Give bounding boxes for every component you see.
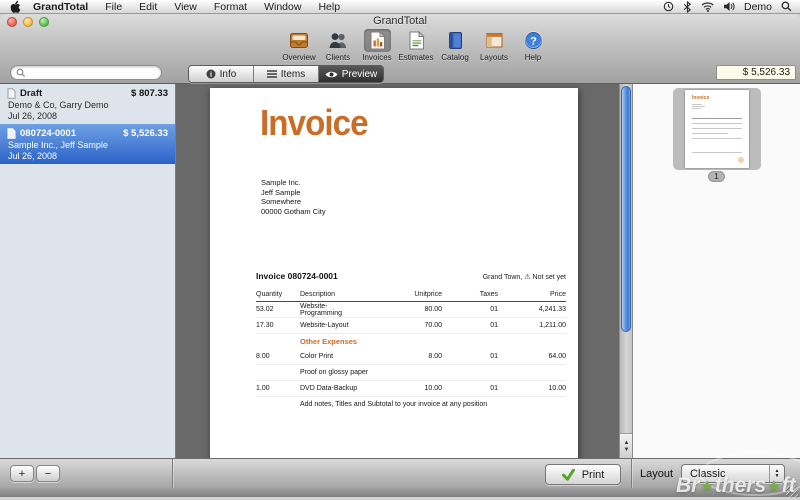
invoice-list-sidebar: Draft $ 807.33 Demo & Co, Garry Demo Jul… bbox=[0, 84, 176, 458]
menu-item-window[interactable]: Window bbox=[264, 1, 301, 13]
preview-area: Invoice Sample Inc. Jeff Sample Somewher… bbox=[176, 84, 632, 458]
desktop: GrandTotal File Edit View Format Window … bbox=[0, 0, 800, 500]
scroll-up-arrow[interactable]: ▲ bbox=[624, 440, 630, 446]
toolbar-overview-button[interactable]: Overview bbox=[282, 29, 316, 62]
menu-item-view[interactable]: View bbox=[174, 1, 197, 13]
invoice-meta: Grand Town, ⚠ Not set yet bbox=[483, 274, 566, 281]
estimate-document-icon bbox=[403, 29, 430, 52]
menu-item-grandtotal[interactable]: GrandTotal bbox=[33, 1, 88, 13]
document-icon bbox=[7, 128, 16, 139]
menu-item-edit[interactable]: Edit bbox=[139, 1, 157, 13]
toolbar-clients-button[interactable]: Clients bbox=[321, 29, 355, 62]
view-segmented-control: i Info Items Preview bbox=[188, 65, 384, 83]
page-thumbnail[interactable]: Invoice bbox=[685, 90, 749, 168]
remove-invoice-button[interactable]: − bbox=[36, 465, 60, 482]
invoice-client: Sample Inc., Jeff Sample bbox=[7, 140, 168, 150]
window-title: GrandTotal bbox=[0, 15, 800, 27]
vertical-scrollbar[interactable]: ▲ ▼ bbox=[619, 84, 632, 458]
page-thumbnails-panel: Invoice 1 bbox=[632, 84, 800, 458]
help-question-icon: ? bbox=[519, 29, 548, 52]
bluetooth-icon[interactable] bbox=[683, 1, 692, 13]
spotlight-search-icon[interactable] bbox=[781, 1, 792, 12]
invoice-total-badge: $ 5,526.33 bbox=[716, 65, 796, 80]
menu-item-file[interactable]: File bbox=[105, 1, 122, 13]
inbox-tray-icon bbox=[283, 29, 315, 52]
invoice-title: Invoice bbox=[260, 102, 368, 144]
toolbar-layouts-button[interactable]: Layouts bbox=[477, 29, 511, 62]
invoice-recipient-address: Sample Inc. Jeff Sample Somewhere 00000 … bbox=[261, 178, 326, 216]
invoice-document-icon bbox=[364, 29, 391, 52]
invoice-number: Invoice 080724-0001 bbox=[256, 271, 338, 281]
people-icon bbox=[322, 29, 355, 52]
layout-label: Layout bbox=[640, 468, 673, 480]
print-button[interactable]: Print bbox=[545, 464, 621, 485]
table-row: 1.00 DVD Data-Backup 10.00 01 10.00 bbox=[256, 381, 566, 397]
tab-items[interactable]: Items bbox=[254, 66, 319, 82]
volume-icon[interactable] bbox=[723, 1, 735, 12]
window-chrome: GrandTotal Overview Clients Invoices bbox=[0, 14, 800, 84]
table-note-row: Proof on glossy paper bbox=[256, 365, 566, 381]
search-icon bbox=[16, 68, 26, 78]
menu-status-user[interactable]: Demo bbox=[744, 1, 772, 13]
window-bottom-edge bbox=[0, 488, 800, 497]
invoice-page-preview: Invoice Sample Inc. Jeff Sample Somewher… bbox=[210, 88, 578, 458]
time-machine-icon[interactable] bbox=[663, 1, 674, 12]
sidebar-search-field[interactable] bbox=[10, 65, 162, 80]
wifi-icon[interactable] bbox=[701, 1, 714, 12]
invoice-line-items-table: Quantity Description Unitprice Taxes Pri… bbox=[256, 291, 566, 412]
bottom-bar: + − Print Layout Classic ▲ ▼ bbox=[0, 458, 800, 488]
scroll-down-arrow[interactable]: ▼ bbox=[624, 447, 630, 453]
invoice-date: Jul 26, 2008 bbox=[7, 151, 168, 161]
layout-popup-value: Classic bbox=[682, 468, 769, 480]
svg-text:i: i bbox=[210, 71, 212, 79]
menu-item-help[interactable]: Help bbox=[318, 1, 340, 13]
toolbar-catalog-button[interactable]: Catalog bbox=[438, 29, 472, 62]
toolbar-invoices-button[interactable]: Invoices bbox=[360, 29, 394, 62]
invoice-list-item-080724-0001[interactable]: 080724-0001 $ 5,526.33 Sample Inc., Jeff… bbox=[0, 124, 175, 164]
chevron-down-icon: ▼ bbox=[775, 474, 780, 479]
table-note-row: Add notes, Titles and Subtotal to your i… bbox=[256, 397, 566, 412]
main-toolbar: Overview Clients Invoices Estimates bbox=[282, 29, 550, 62]
table-section-header: Other Expenses bbox=[256, 334, 566, 349]
page-number-badge: 1 bbox=[708, 171, 725, 182]
window-titlebar[interactable]: GrandTotal bbox=[0, 14, 800, 28]
menu-bar: GrandTotal File Edit View Format Window … bbox=[0, 0, 800, 14]
invoice-list-item-draft[interactable]: Draft $ 807.33 Demo & Co, Garry Demo Jul… bbox=[0, 84, 175, 124]
table-row: 53.02 Website-Programming 80.00 01 4,241… bbox=[256, 302, 566, 318]
warning-icon: ⚠ bbox=[524, 274, 530, 281]
scrollbar-thumb[interactable] bbox=[621, 86, 631, 332]
checkmark-icon bbox=[562, 469, 575, 481]
popup-stepper-arrows: ▲ ▼ bbox=[769, 465, 784, 482]
toolbar-help-button[interactable]: ? Help bbox=[516, 29, 550, 62]
svg-text:?: ? bbox=[530, 36, 537, 48]
apple-menu-icon[interactable] bbox=[10, 0, 21, 13]
layout-popup-button[interactable]: Classic ▲ ▼ bbox=[681, 464, 785, 483]
search-input[interactable] bbox=[29, 67, 149, 78]
document-icon bbox=[7, 88, 16, 99]
info-icon: i bbox=[206, 69, 216, 79]
invoice-client: Demo & Co, Garry Demo bbox=[7, 100, 168, 110]
main-content: Draft $ 807.33 Demo & Co, Garry Demo Jul… bbox=[0, 84, 800, 458]
toolbar-estimates-button[interactable]: Estimates bbox=[399, 29, 433, 62]
add-invoice-button[interactable]: + bbox=[10, 465, 34, 482]
table-row: 8.00 Color Print 8.00 01 64.00 bbox=[256, 349, 566, 365]
eye-icon bbox=[325, 70, 338, 79]
thumbnail-invoice-title: Invoice bbox=[692, 95, 709, 101]
tab-preview[interactable]: Preview bbox=[319, 66, 383, 82]
thumbnail-stamp bbox=[738, 157, 744, 163]
table-row: 17.30 Website-Layout 70.00 01 1,211.00 bbox=[256, 318, 566, 334]
table-header-row: Quantity Description Unitprice Taxes Pri… bbox=[256, 291, 566, 302]
blue-book-icon bbox=[443, 29, 468, 52]
menu-item-format[interactable]: Format bbox=[214, 1, 247, 13]
resize-grip[interactable] bbox=[786, 486, 798, 498]
tab-info[interactable]: i Info bbox=[189, 66, 254, 82]
invoice-date: Jul 26, 2008 bbox=[7, 111, 168, 121]
layout-frame-icon bbox=[480, 29, 509, 52]
list-icon bbox=[267, 70, 277, 78]
